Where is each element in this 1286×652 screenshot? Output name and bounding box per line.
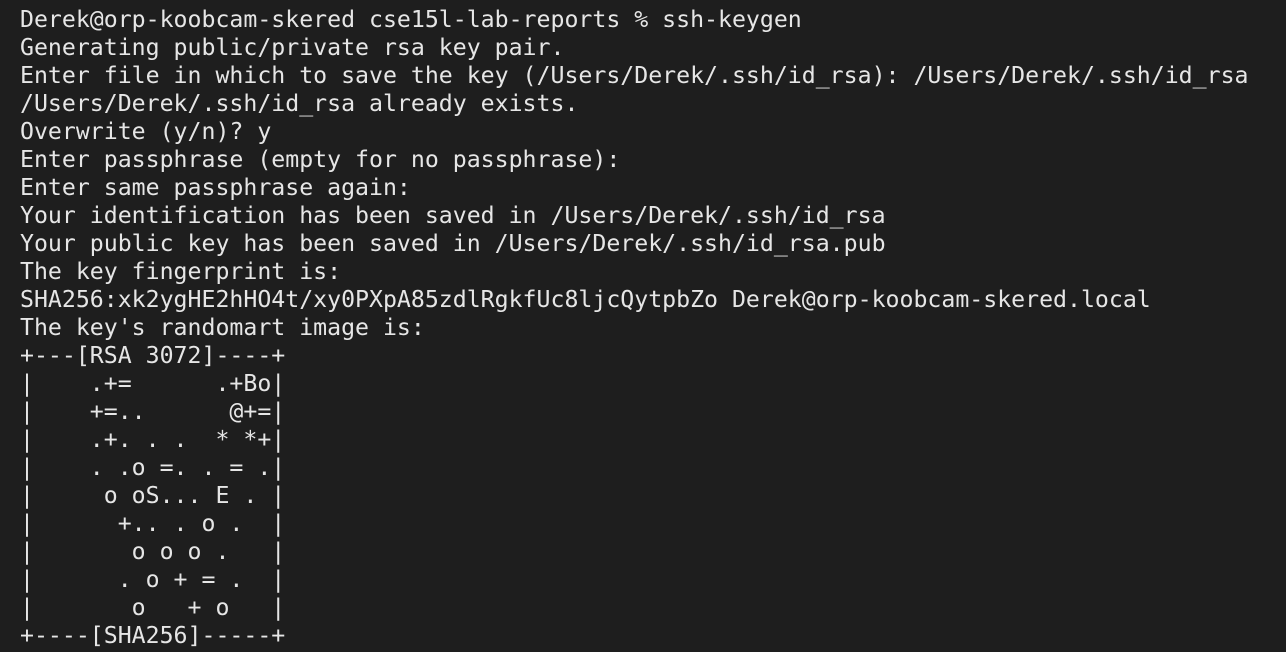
output-line: /Users/Derek/.ssh/id_rsa already exists. — [20, 90, 579, 117]
terminal-window[interactable]: Derek@orp-koobcam-skered cse15l-lab-repo… — [0, 0, 1286, 652]
output-line: Enter same passphrase again: — [20, 174, 411, 201]
fingerprint-line: SHA256:xk2ygHE2hHO4t/xy0PXpA85zdlRgkfUc8… — [20, 286, 1151, 313]
randomart-line: | o + o | — [20, 594, 286, 621]
randomart-line: | +=.. @+=| — [20, 398, 286, 425]
randomart-line: | .+= .+Bo| — [20, 370, 286, 397]
output-line: The key's randomart image is: — [20, 314, 425, 341]
output-line: Enter file in which to save the key (/Us… — [20, 62, 1249, 89]
randomart-line: | o oS... E . | — [20, 482, 286, 509]
prompt-line: Derek@orp-koobcam-skered cse15l-lab-repo… — [20, 6, 802, 33]
terminal-output: Derek@orp-koobcam-skered cse15l-lab-repo… — [20, 6, 1249, 650]
output-line: Enter passphrase (empty for no passphras… — [20, 146, 621, 173]
randomart-line: +---[RSA 3072]----+ — [20, 342, 286, 369]
output-line: Your identification has been saved in /U… — [20, 202, 886, 229]
randomart-line: | +.. . o . | — [20, 510, 286, 537]
randomart-line: +----[SHA256]-----+ — [20, 622, 286, 649]
randomart-line: | .+. . . * *+| — [20, 426, 286, 453]
output-line: The key fingerprint is: — [20, 258, 342, 285]
output-line: Your public key has been saved in /Users… — [20, 230, 886, 257]
output-line: Generating public/private rsa key pair. — [20, 34, 565, 61]
randomart-line: | . o + = . | — [20, 566, 286, 593]
output-line: Overwrite (y/n)? y — [20, 118, 272, 145]
randomart-line: | o o o . | — [20, 538, 286, 565]
randomart-line: | . .o =. . = .| — [20, 454, 286, 481]
